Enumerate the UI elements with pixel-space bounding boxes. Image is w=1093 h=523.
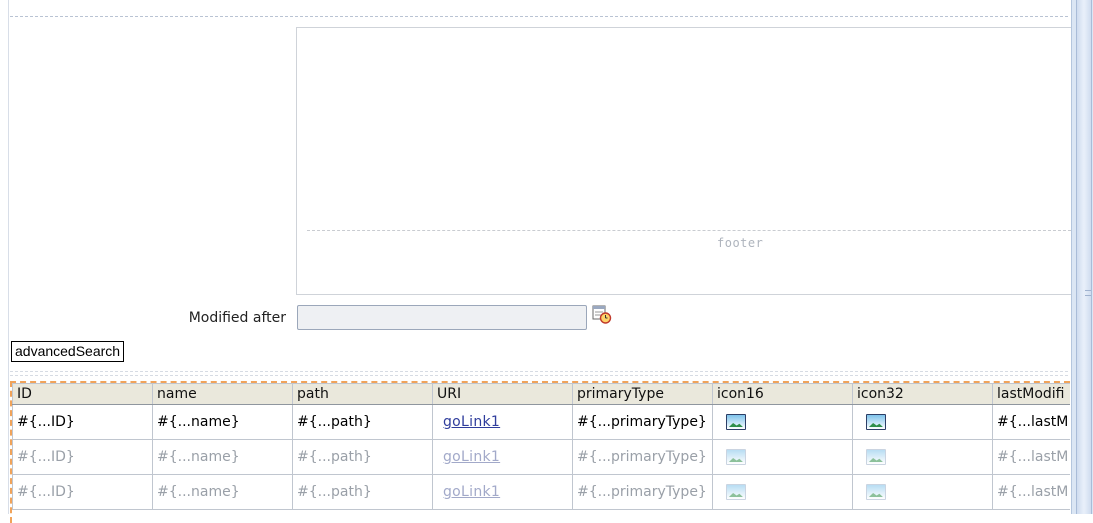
column-header-primary-type[interactable]: primaryType	[572, 383, 713, 405]
footer-separator	[307, 230, 1071, 231]
cell-path: #{...path}	[292, 474, 433, 510]
cell-id: #{...ID}	[12, 474, 153, 510]
go-link[interactable]: goLink1	[437, 414, 500, 430]
column-header-path[interactable]: path	[292, 383, 433, 405]
column-header-icon16[interactable]: icon16	[712, 383, 853, 405]
cell-name: #{...name}	[152, 404, 293, 440]
cell-icon32	[852, 404, 993, 440]
scrollbar-grip-icon	[1085, 290, 1091, 296]
cell-name: #{...name}	[152, 474, 293, 510]
cell-name: #{...name}	[152, 439, 293, 475]
table-row: #{...ID} #{...name} #{...path} goLink1 #…	[12, 474, 1070, 510]
cell-last-modified: #{...lastM	[992, 439, 1070, 475]
cell-uri: goLink1	[432, 439, 573, 475]
section-separator	[10, 375, 1068, 376]
cell-uri: goLink1	[432, 404, 573, 440]
modified-after-input[interactable]	[297, 305, 587, 330]
column-header-id[interactable]: ID	[12, 383, 153, 405]
cell-last-modified: #{...lastM	[992, 474, 1070, 510]
results-table: ID name path URI primaryType icon16 icon…	[12, 383, 1070, 510]
column-header-last-modified[interactable]: lastModifi	[992, 383, 1070, 405]
footer-label: footer	[717, 236, 764, 250]
cell-path: #{...path}	[292, 439, 433, 475]
cell-icon16	[712, 404, 853, 440]
column-header-icon32[interactable]: icon32	[852, 383, 993, 405]
image-icon	[725, 484, 746, 500]
cell-last-modified: #{...lastM	[992, 404, 1070, 440]
table-row: #{...ID} #{...name} #{...path} goLink1 #…	[12, 439, 1070, 475]
left-border	[8, 0, 9, 514]
cell-id: #{...ID}	[12, 404, 153, 440]
top-separator	[10, 16, 1068, 17]
modified-after-label: Modified after	[188, 310, 286, 326]
go-link[interactable]: goLink1	[437, 449, 500, 465]
vertical-scrollbar[interactable]	[1071, 0, 1093, 514]
column-header-name[interactable]: name	[152, 383, 293, 405]
cell-path: #{...path}	[292, 404, 433, 440]
cell-icon16	[712, 474, 853, 510]
cell-primary-type: #{...primaryType}	[572, 474, 713, 510]
go-link[interactable]: goLink1	[437, 484, 500, 500]
image-icon	[725, 449, 746, 465]
scrollbar-thumb[interactable]	[1076, 0, 1092, 514]
image-icon	[865, 484, 886, 500]
table-header-row: ID name path URI primaryType icon16 icon…	[12, 383, 1070, 405]
cell-icon16	[712, 439, 853, 475]
cell-primary-type: #{...primaryType}	[572, 439, 713, 475]
image-icon	[725, 414, 746, 430]
footer-panel: footer	[296, 27, 1071, 295]
section-separator	[10, 371, 1068, 372]
results-grid: ID name path URI primaryType icon16 icon…	[10, 381, 1070, 523]
cell-uri: goLink1	[432, 474, 573, 510]
advanced-search-button[interactable]: advancedSearch	[11, 341, 125, 362]
cell-icon32	[852, 474, 993, 510]
table-row: #{...ID} #{...name} #{...path} goLink1 #…	[12, 404, 1070, 440]
image-icon	[865, 449, 886, 465]
cell-id: #{...ID}	[12, 439, 153, 475]
calendar-clock-icon[interactable]	[592, 304, 612, 324]
column-header-uri[interactable]: URI	[432, 383, 573, 405]
cell-icon32	[852, 439, 993, 475]
image-icon	[865, 414, 886, 430]
cell-primary-type: #{...primaryType}	[572, 404, 713, 440]
